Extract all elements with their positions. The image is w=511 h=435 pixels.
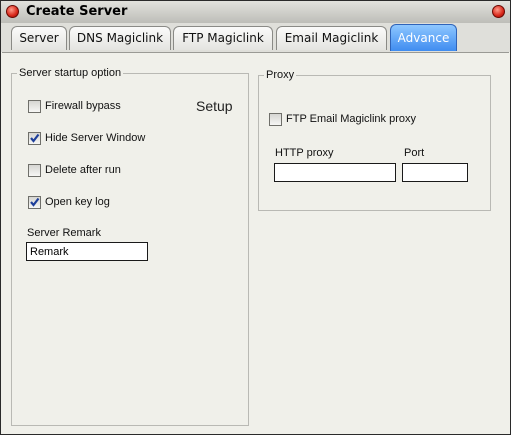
tab-ftp-magiclink[interactable]: FTP Magiclink (173, 26, 273, 50)
window-title: Create Server (26, 4, 128, 19)
proxy-group (258, 75, 491, 211)
delete-after-run-label: Delete after run (45, 164, 121, 176)
proxy-legend: Proxy (264, 69, 297, 81)
open-key-log-checkbox[interactable] (28, 196, 41, 209)
server-remark-input[interactable] (26, 242, 148, 261)
open-key-log-label: Open key log (45, 196, 110, 208)
title-bar[interactable]: Create Server (1, 1, 510, 24)
window-menu-button[interactable] (6, 5, 19, 18)
ftp-email-magiclink-proxy-checkbox[interactable] (269, 113, 282, 126)
http-proxy-input[interactable] (274, 163, 396, 182)
server-remark-label: Server Remark (27, 227, 101, 239)
tab-advance[interactable]: Advance (390, 24, 457, 51)
server-startup-option-legend: Server startup option (17, 67, 124, 79)
ftp-email-magiclink-proxy-label: FTP Email Magiclink proxy (286, 113, 416, 125)
delete-after-run-checkbox[interactable] (28, 164, 41, 177)
tab-bar: Server DNS Magiclink FTP Magiclink Email… (1, 23, 510, 52)
port-input[interactable] (402, 163, 468, 182)
setup-label: Setup (196, 98, 233, 114)
check-mark-icon (30, 133, 40, 143)
tab-email-magiclink[interactable]: Email Magiclink (276, 26, 387, 50)
close-button[interactable] (492, 5, 505, 18)
hide-server-window-checkbox[interactable] (28, 132, 41, 145)
tab-dns-magiclink[interactable]: DNS Magiclink (69, 26, 171, 50)
firewall-bypass-label: Firewall bypass (45, 100, 121, 112)
tab-server[interactable]: Server (11, 26, 67, 50)
hide-server-window-label: Hide Server Window (45, 132, 146, 144)
http-proxy-label: HTTP proxy (275, 147, 334, 159)
port-label: Port (404, 147, 425, 159)
firewall-bypass-checkbox[interactable] (28, 100, 41, 113)
advance-panel: Server startup option Firewall bypass Se… (2, 52, 509, 434)
check-mark-icon (30, 197, 40, 207)
create-server-window: Create Server Server DNS Magiclink FTP M… (0, 0, 511, 435)
